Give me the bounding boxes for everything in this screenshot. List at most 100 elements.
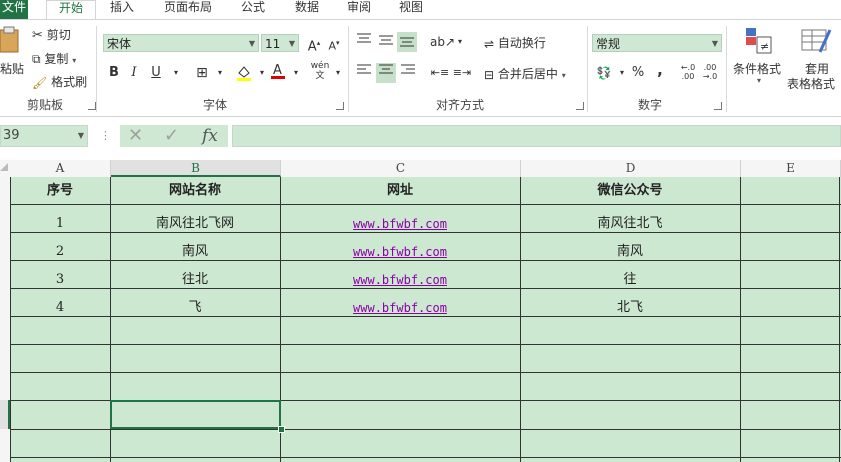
table-cell-link[interactable]: www.bfwbf.com xyxy=(280,266,520,294)
conditional-format-icon: ≠ xyxy=(746,28,772,54)
number-launcher-icon[interactable] xyxy=(714,102,722,110)
table-cell[interactable]: 往北 xyxy=(110,266,280,294)
conditional-format-button[interactable]: ≠ xyxy=(744,26,774,56)
table-header-cell[interactable]: 网站名称 xyxy=(110,177,280,205)
formula-bar-grip-icon[interactable]: ⋮ xyxy=(100,129,111,142)
tab-page-layout[interactable]: 页面布局 xyxy=(156,0,220,19)
align-top-icon[interactable] xyxy=(354,32,374,52)
decrease-decimal-icon[interactable]: .00 →.0 xyxy=(700,63,720,83)
decrease-indent-icon[interactable]: ⇤≡ xyxy=(430,63,450,83)
conditional-format-label[interactable]: 条件格式 xyxy=(733,60,781,77)
table-cell[interactable]: 北飞 xyxy=(520,294,740,322)
chevron-down-icon[interactable]: ▼ xyxy=(286,35,298,51)
table-header-cell[interactable]: 序号 xyxy=(10,177,110,205)
column-header-b[interactable]: B xyxy=(111,160,281,177)
table-cell[interactable]: 南风 xyxy=(520,238,740,266)
merge-center-button[interactable]: ⊟ 合并后居中 ▾ xyxy=(484,65,566,82)
underline-button[interactable]: U xyxy=(146,63,166,83)
table-header-cell[interactable]: 网址 xyxy=(280,177,520,205)
orientation-icon[interactable]: ab↗ xyxy=(430,32,455,52)
increase-decimal-icon[interactable]: ←.0.00 xyxy=(678,63,698,83)
table-cell-link[interactable]: www.bfwbf.com xyxy=(280,294,520,322)
format-table-label-2[interactable]: 表格格式 xyxy=(787,75,835,92)
chevron-down-icon[interactable]: ▾ xyxy=(450,32,470,52)
align-left-icon[interactable] xyxy=(354,63,374,83)
row-header-selected[interactable] xyxy=(0,400,10,429)
chevron-down-icon[interactable]: ▼ xyxy=(246,35,258,51)
chevron-down-icon[interactable]: ▾ xyxy=(757,76,761,85)
align-center-icon[interactable] xyxy=(376,63,396,83)
font-size-select[interactable]: 11 ▼ xyxy=(261,34,299,52)
formula-input[interactable] xyxy=(232,125,841,147)
increase-font-size-icon[interactable]: A▴ xyxy=(304,33,324,54)
font-name-select[interactable]: 宋体 ▼ xyxy=(103,34,259,52)
font-name-value: 宋体 xyxy=(107,37,132,51)
phonetic-guide-icon[interactable]: wén 文 xyxy=(310,61,330,81)
font-launcher-icon[interactable] xyxy=(336,102,344,110)
alignment-launcher-icon[interactable] xyxy=(576,102,584,110)
confirm-icon[interactable]: ✓ xyxy=(164,125,179,147)
table-cell[interactable]: 南风往北飞网 xyxy=(110,210,280,238)
chevron-down-icon[interactable]: ▼ xyxy=(78,126,84,146)
chevron-down-icon[interactable]: ▾ xyxy=(166,63,186,83)
cut-button[interactable]: ✂ 剪切 xyxy=(32,26,71,43)
tab-review[interactable]: 审阅 xyxy=(338,0,380,19)
column-header-a[interactable]: A xyxy=(10,160,111,177)
number-format-value: 常规 xyxy=(596,37,621,51)
bold-button[interactable]: B xyxy=(104,63,124,83)
tab-view[interactable]: 视图 xyxy=(390,0,432,19)
table-cell[interactable]: 飞 xyxy=(110,294,280,322)
active-cell-selection[interactable] xyxy=(110,400,281,429)
table-cell[interactable]: 南风往北飞 xyxy=(520,210,740,238)
tab-file[interactable]: 文件 xyxy=(0,0,28,19)
chevron-down-icon[interactable]: ▾ xyxy=(210,63,230,83)
table-cell[interactable]: 2 xyxy=(10,238,110,266)
number-format-select[interactable]: 常规 ▼ xyxy=(592,34,722,52)
merge-cells-icon: ⊟ xyxy=(484,67,495,82)
insert-function-icon[interactable]: fx xyxy=(202,125,218,147)
format-as-table-button[interactable] xyxy=(800,26,832,56)
format-painter-button[interactable]: 🖌 格式刷 xyxy=(32,73,87,90)
column-header-d[interactable]: D xyxy=(521,160,741,177)
table-cell[interactable]: 往 xyxy=(520,266,740,294)
chevron-down-icon[interactable]: ▾ xyxy=(328,63,348,83)
group-divider xyxy=(348,26,349,112)
fill-color-icon[interactable] xyxy=(234,63,254,83)
tab-home[interactable]: 开始 xyxy=(46,0,96,20)
currency-format-icon[interactable]: 💱 xyxy=(594,63,614,83)
align-bottom-icon[interactable] xyxy=(397,32,417,52)
chevron-down-icon[interactable]: ▾ xyxy=(286,63,306,83)
tab-formula[interactable]: 公式 xyxy=(232,0,274,19)
chevron-down-icon[interactable]: ▼ xyxy=(709,35,721,51)
copy-button[interactable]: ⧉ 复制 ▾ xyxy=(32,50,76,67)
fill-handle[interactable] xyxy=(278,426,285,433)
font-color-icon[interactable]: A xyxy=(268,61,288,81)
percent-style-button[interactable]: % xyxy=(628,63,648,83)
decrease-font-size-icon[interactable]: A▾ xyxy=(324,33,344,53)
align-middle-icon[interactable] xyxy=(376,32,396,52)
name-box[interactable]: 39 ▼ xyxy=(0,125,88,147)
increase-indent-icon[interactable]: ≡⇥ xyxy=(452,63,472,83)
table-cell[interactable]: 1 xyxy=(10,210,110,238)
cancel-icon[interactable]: ✕ xyxy=(128,125,143,147)
table-cell[interactable]: 4 xyxy=(10,294,110,322)
select-all-icon[interactable] xyxy=(0,163,8,171)
column-header-c[interactable]: C xyxy=(281,160,521,177)
table-cell[interactable]: 3 xyxy=(10,266,110,294)
column-header-e[interactable]: E xyxy=(741,160,841,177)
tab-data[interactable]: 数据 xyxy=(286,0,328,19)
table-cell-link[interactable]: www.bfwbf.com xyxy=(280,210,520,238)
clipboard-launcher-icon[interactable] xyxy=(88,102,96,110)
paste-button[interactable] xyxy=(0,26,22,54)
table-cell-link[interactable]: www.bfwbf.com xyxy=(280,238,520,266)
comma-style-button[interactable]: , xyxy=(650,60,670,80)
table-header-cell[interactable]: 微信公众号 xyxy=(520,177,740,205)
align-right-icon[interactable] xyxy=(398,63,418,83)
paste-label[interactable]: 粘贴 xyxy=(0,60,24,77)
copy-icon: ⧉ xyxy=(32,52,41,66)
wrap-text-button[interactable]: ⇌ 自动换行 xyxy=(484,34,546,51)
table-cell[interactable]: 南风 xyxy=(110,238,280,266)
tab-insert[interactable]: 插入 xyxy=(102,0,142,19)
border-icon[interactable]: ⊞ xyxy=(192,63,212,83)
italic-button[interactable]: I xyxy=(124,63,144,83)
